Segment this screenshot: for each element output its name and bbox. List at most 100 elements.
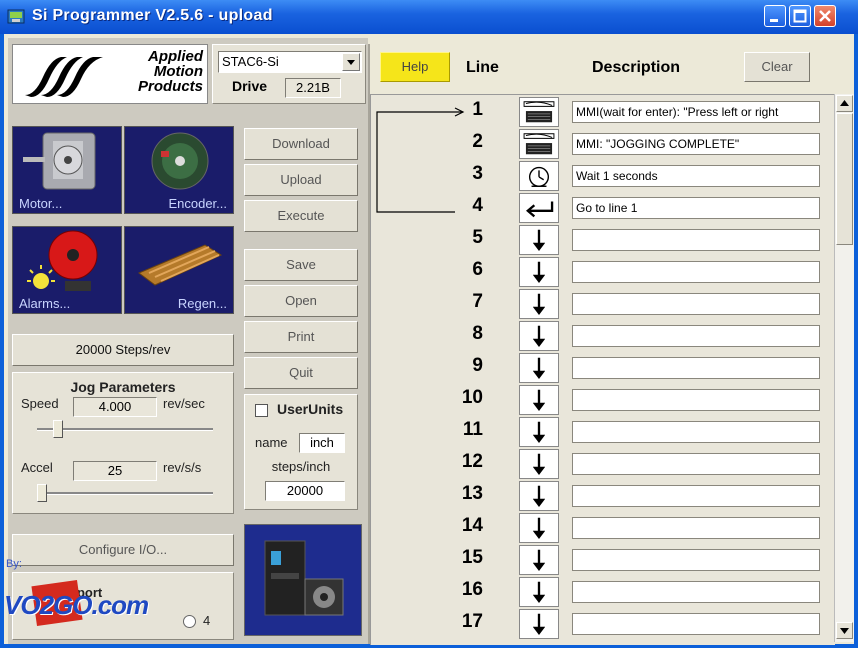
regen-tile-label: Regen...	[177, 296, 227, 311]
speed-slider-track[interactable]	[37, 428, 213, 431]
line-description[interactable]	[572, 485, 820, 507]
line-description[interactable]	[572, 549, 820, 571]
program-line-3[interactable]: 3 Wait 1 seconds	[371, 161, 835, 193]
accel-field[interactable]: 25	[73, 461, 157, 481]
command-button[interactable]	[519, 417, 559, 447]
program-line-4[interactable]: 4 Go to line 1	[371, 193, 835, 225]
save-button[interactable]: Save	[244, 249, 358, 281]
minimize-button[interactable]	[764, 5, 786, 27]
configure-io-button[interactable]: Configure I/O...	[12, 534, 234, 566]
speed-slider-thumb[interactable]	[53, 420, 64, 438]
alarms-tile-label: Alarms...	[19, 296, 71, 311]
scroll-up-button[interactable]	[836, 95, 853, 112]
download-button[interactable]: Download	[244, 128, 358, 160]
next-arrow-icon	[533, 549, 545, 572]
title-bar[interactable]: Si Programmer V2.5.6 - upload	[0, 0, 858, 34]
line-description[interactable]	[572, 229, 820, 251]
command-button[interactable]	[519, 545, 559, 575]
command-button[interactable]	[519, 257, 559, 287]
line-description[interactable]	[572, 613, 820, 635]
line-description[interactable]	[572, 357, 820, 379]
command-button[interactable]	[519, 609, 559, 639]
command-button[interactable]	[519, 321, 559, 351]
encoder-tile-label: Encoder...	[168, 196, 227, 211]
open-button[interactable]: Open	[244, 285, 358, 317]
alarms-tile[interactable]: Alarms...	[12, 226, 122, 314]
accel-slider-thumb[interactable]	[37, 484, 48, 502]
com-port-4-radio[interactable]	[183, 615, 196, 628]
drive-model-select[interactable]: STAC6-Si	[218, 51, 362, 73]
program-line-1[interactable]: 1 MMI(wait for enter): "Press left or rig…	[371, 97, 835, 129]
program-line-15[interactable]: 15	[371, 545, 835, 577]
userunits-panel: UserUnits name inch steps/inch 20000	[244, 394, 358, 510]
program-line-16[interactable]: 16	[371, 577, 835, 609]
units-name-field[interactable]: inch	[299, 433, 345, 453]
line-description[interactable]	[572, 389, 820, 411]
command-button[interactable]	[519, 353, 559, 383]
program-line-6[interactable]: 6	[371, 257, 835, 289]
command-button[interactable]	[519, 225, 559, 255]
program-list[interactable]: 1 MMI(wait for enter): "Press left or rig…	[370, 94, 835, 645]
quit-button[interactable]: Quit	[244, 357, 358, 389]
command-button[interactable]	[519, 513, 559, 543]
print-button[interactable]: Print	[244, 321, 358, 353]
line-description[interactable]	[572, 517, 820, 539]
scroll-down-button[interactable]	[836, 622, 853, 639]
program-line-11[interactable]: 11	[371, 417, 835, 449]
command-button[interactable]	[519, 481, 559, 511]
scroll-thumb[interactable]	[836, 113, 853, 245]
program-line-7[interactable]: 7	[371, 289, 835, 321]
line-description[interactable]	[572, 453, 820, 475]
command-button[interactable]	[519, 129, 559, 159]
line-description[interactable]	[572, 581, 820, 603]
command-button[interactable]	[519, 577, 559, 607]
line-description[interactable]	[572, 325, 820, 347]
dropdown-button[interactable]	[342, 53, 360, 71]
close-button[interactable]	[814, 5, 836, 27]
steps-per-rev-button[interactable]: 20000 Steps/rev	[12, 334, 234, 366]
accel-slider-track[interactable]	[37, 492, 213, 495]
motor-tile[interactable]: Motor...	[12, 126, 122, 214]
program-line-8[interactable]: 8	[371, 321, 835, 353]
upload-button[interactable]: Upload	[244, 164, 358, 196]
command-button[interactable]	[519, 97, 559, 127]
line-description[interactable]: MMI: "JOGGING COMPLETE"	[572, 133, 820, 155]
logo-text-products: Products	[137, 78, 203, 95]
program-line-2[interactable]: 2 MMI: "JOGGING COMPLETE"	[371, 129, 835, 161]
encoder-tile[interactable]: Encoder...	[124, 126, 234, 214]
goto-icon	[526, 201, 554, 218]
line-description[interactable]: Go to line 1	[572, 197, 820, 219]
program-scrollbar[interactable]	[834, 94, 854, 642]
line-description[interactable]: MMI(wait for enter): "Press left or righ…	[572, 101, 820, 123]
speed-field[interactable]: 4.000	[73, 397, 157, 417]
line-description[interactable]	[572, 293, 820, 315]
line-description[interactable]	[572, 421, 820, 443]
logo-text-applied: Applied	[148, 48, 203, 65]
maximize-button[interactable]	[789, 5, 811, 27]
command-button[interactable]	[519, 449, 559, 479]
clear-button[interactable]: Clear	[744, 52, 810, 82]
line-column-header: Line	[466, 59, 499, 76]
help-button[interactable]: Help	[380, 52, 450, 82]
userunits-checkbox[interactable]	[255, 404, 268, 417]
regen-tile[interactable]: Regen...	[124, 226, 234, 314]
drive-hardware-icon	[264, 540, 344, 616]
command-button[interactable]	[519, 289, 559, 319]
program-line-17[interactable]: 17	[371, 609, 835, 641]
command-button[interactable]	[519, 385, 559, 415]
program-line-14[interactable]: 14	[371, 513, 835, 545]
program-line-9[interactable]: 9	[371, 353, 835, 385]
line-description[interactable]	[572, 261, 820, 283]
drive-model-value: STAC6-Si	[222, 54, 279, 69]
line-description[interactable]: Wait 1 seconds	[572, 165, 820, 187]
program-line-5[interactable]: 5	[371, 225, 835, 257]
program-line-12[interactable]: 12	[371, 449, 835, 481]
execute-button[interactable]: Execute	[244, 200, 358, 232]
steps-per-inch-field[interactable]: 20000	[265, 481, 345, 501]
command-button[interactable]	[519, 161, 559, 191]
program-line-10[interactable]: 10	[371, 385, 835, 417]
command-button[interactable]	[519, 193, 559, 223]
next-arrow-icon	[533, 581, 545, 604]
program-line-13[interactable]: 13	[371, 481, 835, 513]
logo-mark-icon	[25, 57, 103, 97]
